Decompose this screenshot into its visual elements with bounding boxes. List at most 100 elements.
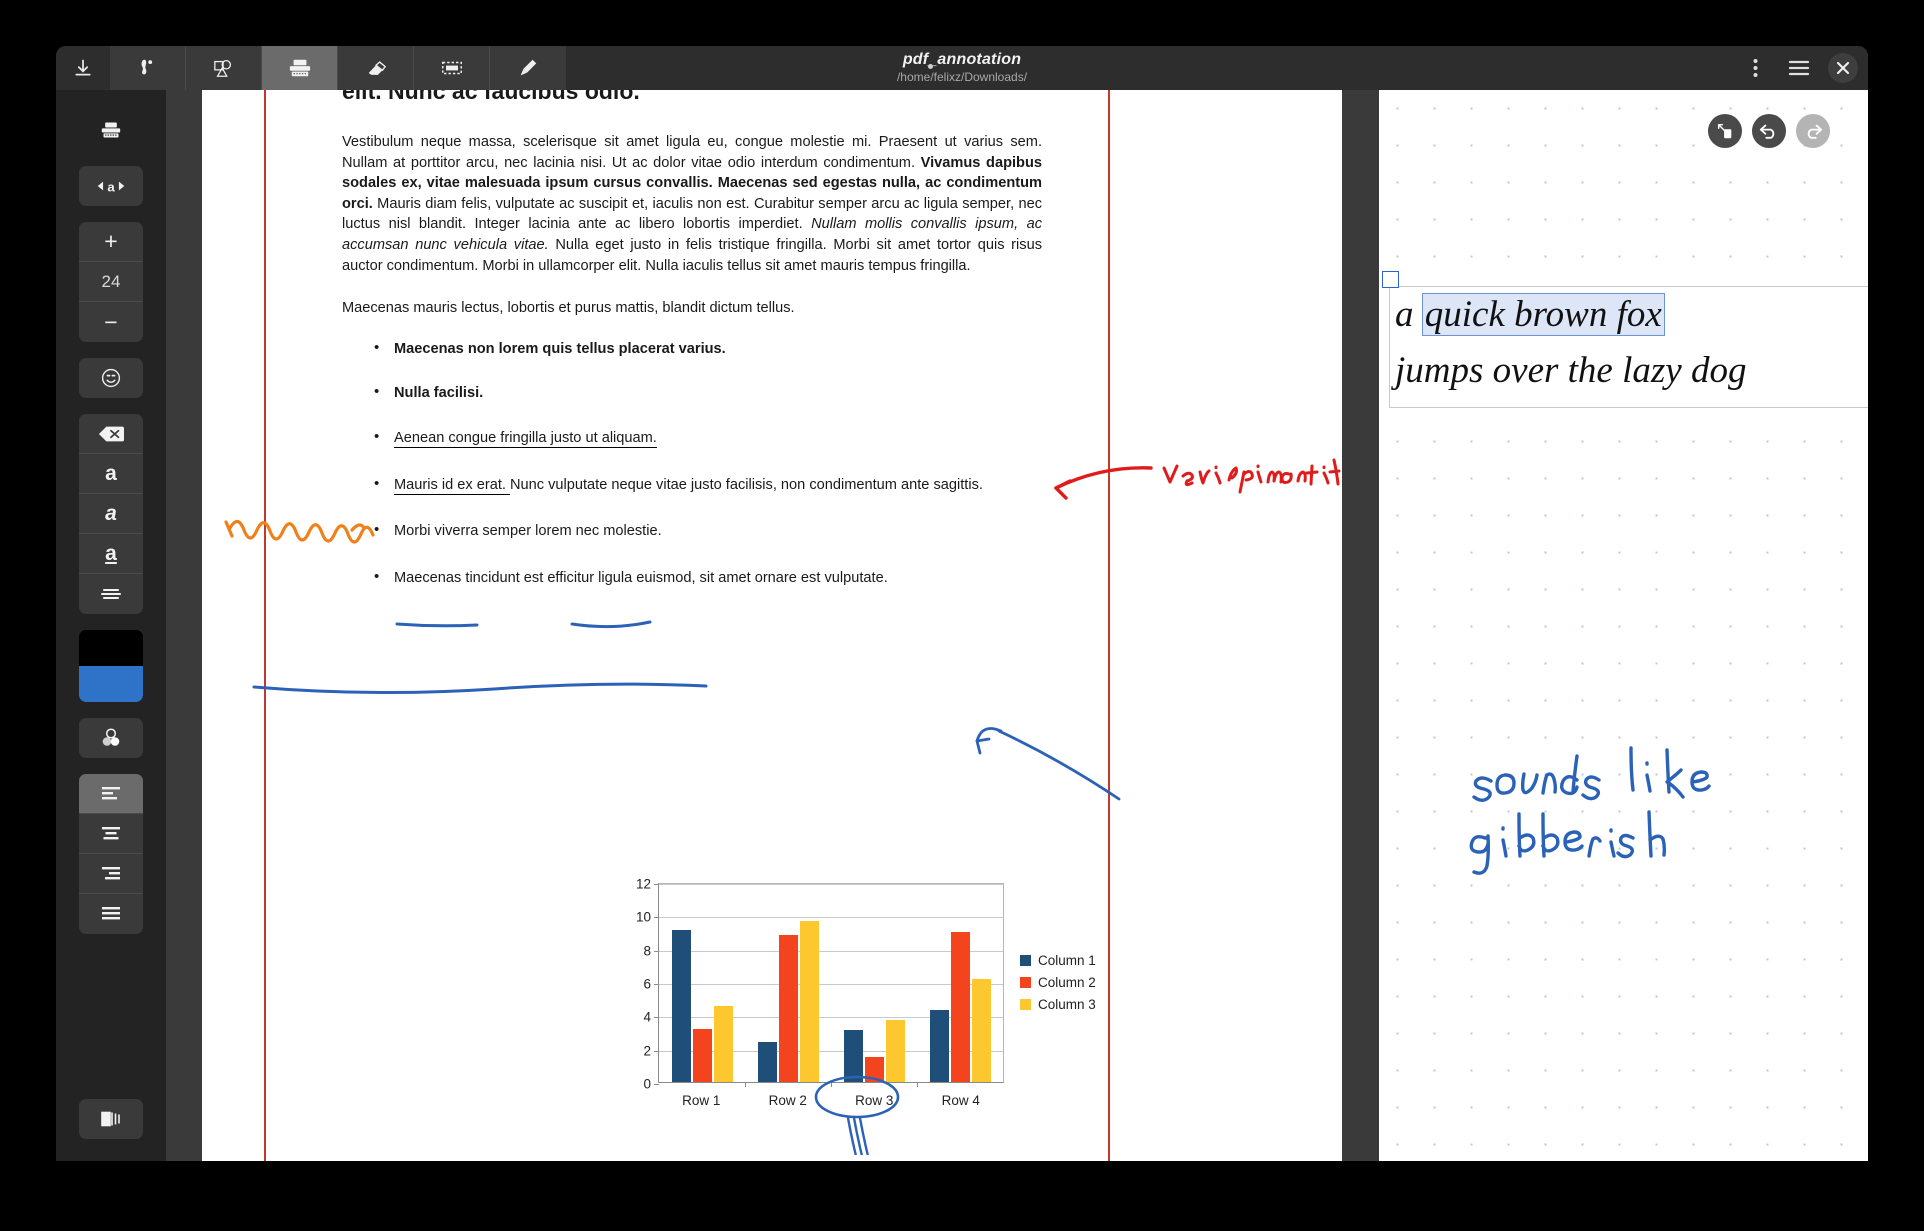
legend-swatch <box>1020 977 1031 988</box>
align-justify-icon <box>100 906 122 922</box>
italic-button[interactable]: a <box>79 494 143 534</box>
clear-format-button[interactable] <box>79 414 143 454</box>
align-right-button[interactable] <box>79 854 143 894</box>
download-button[interactable] <box>56 46 110 90</box>
dot-grid-background <box>1379 90 1868 1161</box>
tool-tab-group <box>110 46 566 90</box>
backspace-icon <box>98 425 124 443</box>
strikethrough-button[interactable] <box>79 574 143 614</box>
pen-tool-tab[interactable] <box>110 46 186 90</box>
legend-label: Column 1 <box>1038 953 1096 968</box>
y-tick-label: 8 <box>643 943 651 959</box>
legend-swatch <box>1020 955 1031 966</box>
align-justify-button[interactable] <box>79 894 143 934</box>
page-heading: elit. Nunc ac faucibus odio. <box>342 90 640 104</box>
note-line-1[interactable]: a quick brown fox <box>1390 287 1868 343</box>
primary-color-swatch[interactable] <box>79 630 143 666</box>
font-size-decrease-button[interactable]: − <box>79 302 143 342</box>
note-selected-text[interactable]: quick brown fox <box>1421 293 1665 336</box>
color-circles-icon <box>99 727 123 749</box>
notes-panel[interactable]: a quick brown fox jumps over the lazy do… <box>1379 90 1868 1161</box>
hamburger-menu-button[interactable] <box>1784 53 1814 83</box>
bullet-5-text: Morbi viverra semper lorem nec molestie. <box>394 523 662 540</box>
select-tool-tab[interactable] <box>414 46 490 90</box>
sidebar-current-tool[interactable] <box>79 110 143 150</box>
minus-icon: − <box>104 308 118 335</box>
bullet-list: Maecenas non lorem quis tellus placerat … <box>342 338 1042 589</box>
fit-page-icon <box>1716 122 1734 140</box>
shape-tool-tab[interactable] <box>186 46 262 90</box>
color-swatch-group <box>79 630 143 702</box>
bar-group <box>917 884 1003 1087</box>
highlighter-tool-tab[interactable] <box>490 46 566 90</box>
left-sidebar: a + 24 − a a a <box>56 90 166 1161</box>
redo-icon <box>1803 122 1823 140</box>
legend-label: Column 3 <box>1038 997 1096 1012</box>
legend-label: Column 2 <box>1038 975 1096 990</box>
title-bar: pdf_annotation /home/felixz/Downloads/ <box>56 46 1868 90</box>
x-axis-label: Row 3 <box>855 1093 894 1108</box>
bold-button[interactable]: a <box>79 454 143 494</box>
text-width-group: a <box>79 166 143 206</box>
modified-indicator-dot <box>928 64 933 69</box>
color-picker-button[interactable] <box>79 718 143 758</box>
kebab-menu-icon <box>1753 58 1758 78</box>
text-annotation-box[interactable]: a quick brown fox jumps over the lazy do… <box>1382 271 1868 408</box>
bar <box>971 978 991 1082</box>
chart-plot-area: 12 10 8 6 4 2 0 <box>636 877 1004 1092</box>
align-left-button[interactable] <box>79 774 143 814</box>
fit-page-button[interactable] <box>1708 114 1742 148</box>
bar <box>864 1057 884 1082</box>
note-line-2[interactable]: jumps over the lazy dog <box>1390 343 1868 399</box>
highlighter-icon <box>517 57 539 79</box>
font-size-value[interactable]: 24 <box>79 262 143 302</box>
font-size-increase-button[interactable]: + <box>79 222 143 262</box>
eraser-icon <box>364 57 388 79</box>
strikethrough-icon <box>99 585 123 603</box>
bar <box>799 921 819 1082</box>
window-controls <box>1740 46 1858 90</box>
document-viewport[interactable]: elit. Nunc ac faucibus odio. Vestibulum … <box>166 90 1868 1161</box>
eraser-tool-tab[interactable] <box>338 46 414 90</box>
secondary-color-swatch[interactable] <box>79 666 143 702</box>
bar <box>671 930 691 1082</box>
bullet-3-text: Aenean congue fringilla justo ut aliquam… <box>394 429 657 448</box>
bar-group <box>745 884 831 1087</box>
emoji-button[interactable] <box>79 358 143 398</box>
bullet-6-text: Maecenas tincidunt est efficitur ligula … <box>394 569 888 586</box>
download-icon <box>73 58 93 78</box>
kebab-menu-button[interactable] <box>1740 53 1770 83</box>
x-axis-labels: Row 1 Row 2 Row 3 Row 4 <box>658 1093 1004 1108</box>
bar <box>843 1030 863 1082</box>
close-button[interactable] <box>1828 53 1858 83</box>
list-item: Maecenas tincidunt est efficitur ligula … <box>342 567 1042 589</box>
application-window: pdf_annotation /home/felixz/Downloads/ a… <box>56 46 1868 1161</box>
typewriter-tool-tab[interactable] <box>262 46 338 90</box>
hamburger-menu-icon <box>1788 59 1810 77</box>
text-width-icon: a <box>96 177 126 195</box>
bar <box>713 1006 733 1082</box>
bar <box>778 935 798 1082</box>
pdf-page[interactable]: elit. Nunc ac faucibus odio. Vestibulum … <box>202 90 1342 1161</box>
resize-handle[interactable] <box>1382 271 1399 288</box>
bar <box>950 932 970 1082</box>
page-layout-button[interactable] <box>79 1099 143 1139</box>
paragraph-2: Maecenas mauris lectus, lobortis et puru… <box>342 300 795 317</box>
text-width-button[interactable]: a <box>79 166 143 206</box>
redo-button[interactable] <box>1796 114 1830 148</box>
align-left-icon <box>100 786 122 802</box>
align-center-button[interactable] <box>79 814 143 854</box>
list-item: Nulla facilisi. <box>342 382 1042 404</box>
undo-button[interactable] <box>1752 114 1786 148</box>
underline-button[interactable]: a <box>79 534 143 574</box>
font-size-label: 24 <box>101 271 121 291</box>
bullet-4-underlined: Mauris id ex erat. <box>394 476 510 495</box>
align-group <box>79 774 143 934</box>
close-icon <box>1836 61 1850 75</box>
bar-groups <box>659 884 1003 1087</box>
x-axis-label: Row 1 <box>682 1093 721 1108</box>
bar-chart: 12 10 8 6 4 2 0 Row 1 Row 2 Row 3 Row 4 Col… <box>602 875 1142 1155</box>
y-tick-label: 12 <box>635 876 651 892</box>
typewriter-icon <box>288 57 312 79</box>
legend-item: Column 2 <box>1020 975 1096 990</box>
